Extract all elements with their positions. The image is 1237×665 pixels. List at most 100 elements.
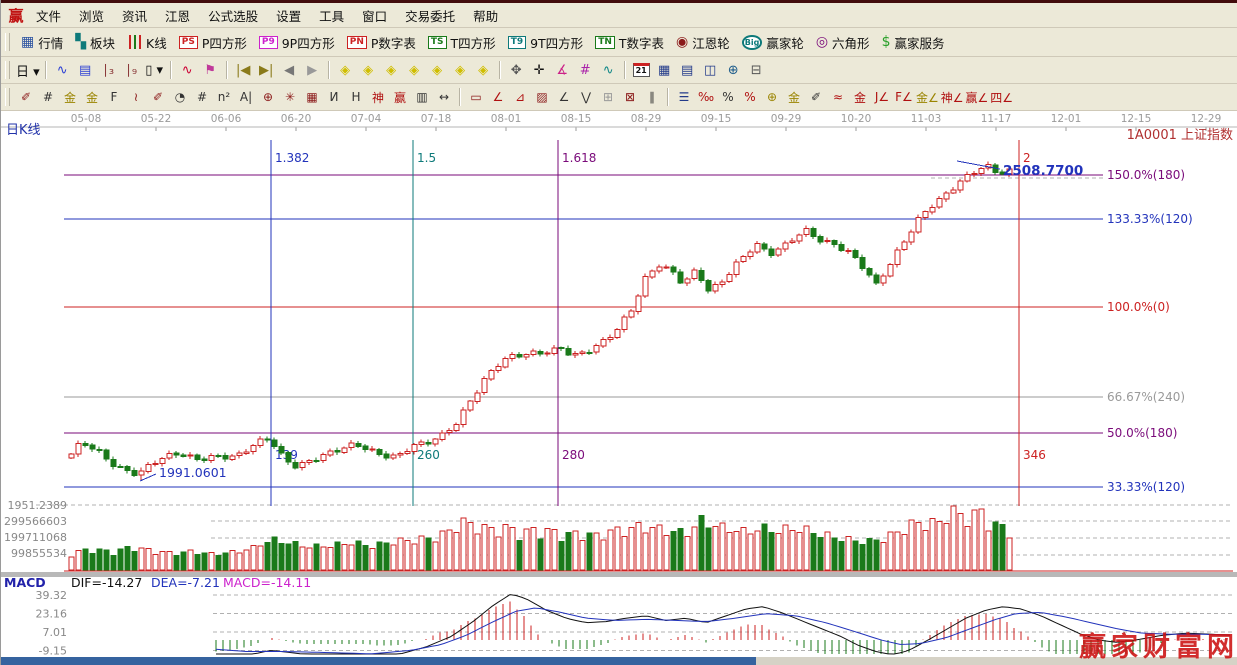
- fan-lines-tool-icon[interactable]: ∠: [488, 87, 508, 107]
- note-icon[interactable]: ▤: [75, 60, 96, 81]
- measure-tool-icon[interactable]: ↔: [434, 87, 454, 107]
- t-square-button[interactable]: TS T四方形: [422, 30, 502, 54]
- ninep-square-button[interactable]: P9 9P四方形: [253, 30, 341, 54]
- menu-item-7[interactable]: 工具: [310, 6, 353, 25]
- menu-item-9[interactable]: 交易委托: [396, 6, 464, 25]
- box-tool-icon[interactable]: ▭: [466, 87, 486, 107]
- menu-item-4[interactable]: 江恩: [156, 6, 199, 25]
- quotes-button[interactable]: ▦ 行情: [15, 30, 69, 54]
- shen-tool-icon[interactable]: 神: [368, 87, 388, 107]
- menu-item-5[interactable]: 公式选股: [199, 6, 267, 25]
- menu-item-1[interactable]: 文件: [27, 6, 70, 25]
- gold-line-tool-icon[interactable]: 金: [784, 87, 804, 107]
- gold-angle-tool-icon[interactable]: 金∠: [916, 87, 939, 107]
- brush2-tool-icon[interactable]: ✐: [148, 87, 168, 107]
- nav-next-icon[interactable]: ▶: [302, 60, 323, 81]
- menu-item-2[interactable]: 浏览: [70, 6, 113, 25]
- levels-tool-icon[interactable]: ☰: [674, 87, 694, 107]
- wave-gold-tool-icon[interactable]: ≈: [828, 87, 848, 107]
- gann-diamond-shrink-icon[interactable]: ◈: [450, 60, 471, 81]
- period-selector[interactable]: 日 ▾: [16, 60, 40, 81]
- t-number-table-button[interactable]: TN T数字表: [589, 30, 670, 54]
- p-square-button[interactable]: PS P四方形: [173, 30, 253, 54]
- gold-grid-tool-icon[interactable]: 金: [60, 87, 80, 107]
- ying-tool-icon[interactable]: 赢: [390, 87, 410, 107]
- square-number-tool-icon[interactable]: n²: [214, 87, 234, 107]
- parallel-tool-icon[interactable]: ∥: [642, 87, 662, 107]
- document-icon[interactable]: ▤: [677, 60, 698, 81]
- calculator-icon[interactable]: ▦: [654, 60, 675, 81]
- nav-prev-icon[interactable]: ◀: [279, 60, 300, 81]
- grid-box-tool-icon[interactable]: ⊞: [598, 87, 618, 107]
- gann-wheel-button[interactable]: ◉ 江恩轮: [670, 30, 736, 54]
- grid-tool-icon[interactable]: #: [192, 87, 212, 107]
- gann-diamond-up-icon[interactable]: ◈: [381, 60, 402, 81]
- volume-bar: [313, 543, 320, 571]
- save-icon[interactable]: ◫: [700, 60, 721, 81]
- bars-9-icon[interactable]: ∣₉: [121, 60, 142, 81]
- h-scrollbar-thumb[interactable]: [1, 657, 756, 665]
- pen-tool-icon[interactable]: ✐: [806, 87, 826, 107]
- box-fan-tool-icon[interactable]: ⊿: [510, 87, 530, 107]
- clock-tool-icon[interactable]: ◔: [170, 87, 190, 107]
- menu-item-3[interactable]: 资讯: [113, 6, 156, 25]
- h-mark-tool-icon[interactable]: H: [346, 87, 366, 107]
- kline-button[interactable]: K线: [121, 30, 173, 54]
- gann-diamond-down-icon[interactable]: ◈: [404, 60, 425, 81]
- f-angle-tool-icon[interactable]: F∠: [894, 87, 914, 107]
- ninet-square-button[interactable]: T9 9T四方形: [502, 30, 590, 54]
- menu-item-10[interactable]: 帮助: [464, 6, 507, 25]
- shen-angle-tool-icon[interactable]: 神∠: [941, 87, 964, 107]
- red-zigzag-icon[interactable]: ∿: [177, 60, 198, 81]
- ying-angle-tool-icon[interactable]: 赢∠: [966, 87, 989, 107]
- crosshair-icon[interactable]: ✛: [529, 60, 550, 81]
- spiral-tool-icon[interactable]: ≀: [126, 87, 146, 107]
- network-icon[interactable]: ⊕: [723, 60, 744, 81]
- teal-wave-icon[interactable]: ∿: [598, 60, 619, 81]
- j-angle-tool-icon[interactable]: J∠: [872, 87, 892, 107]
- gann-diamond-expand-icon[interactable]: ◈: [427, 60, 448, 81]
- zigzag-icon[interactable]: ∿: [52, 60, 73, 81]
- gann-diamond-all-icon[interactable]: ◈: [473, 60, 494, 81]
- menu-item-6[interactable]: 设置: [267, 6, 310, 25]
- percent-lines-tool-icon[interactable]: %: [740, 87, 760, 107]
- gold-circle-tool-icon[interactable]: ⊕: [762, 87, 782, 107]
- calendar-icon[interactable]: 21: [631, 60, 652, 81]
- hand-pan-icon[interactable]: ✥: [506, 60, 527, 81]
- wave-v-tool-icon[interactable]: ⋁: [576, 87, 596, 107]
- p-number-table-button[interactable]: PN P数字表: [341, 30, 422, 54]
- compass-tool-icon[interactable]: ⊕: [258, 87, 278, 107]
- four-angle-tool-icon[interactable]: 四∠: [990, 87, 1013, 107]
- box-fan2-tool-icon[interactable]: ▨: [532, 87, 552, 107]
- nav-first-icon[interactable]: |◀: [233, 60, 254, 81]
- star-web-tool-icon[interactable]: ✳: [280, 87, 300, 107]
- gann-diamond-left-icon[interactable]: ◈: [335, 60, 356, 81]
- gold-mark-tool-icon[interactable]: 金: [850, 87, 870, 107]
- fibonacci-tool-icon[interactable]: F: [104, 87, 124, 107]
- menu-item-8[interactable]: 窗口: [353, 6, 396, 25]
- percent-tool-icon[interactable]: %: [718, 87, 738, 107]
- gann-diamond-right-icon[interactable]: ◈: [358, 60, 379, 81]
- angle-fan-tool-icon[interactable]: ∠: [554, 87, 574, 107]
- nav-last-icon[interactable]: ▶|: [256, 60, 277, 81]
- ruler-tool-icon[interactable]: ▥: [412, 87, 432, 107]
- bars-3-icon[interactable]: ∣₃: [98, 60, 119, 81]
- permille-tool-icon[interactable]: ‰: [696, 87, 716, 107]
- grid-box2-tool-icon[interactable]: ⊠: [620, 87, 640, 107]
- gold-grid2-tool-icon[interactable]: 金: [82, 87, 102, 107]
- sectors-button[interactable]: ▚ 板块: [69, 30, 121, 54]
- hexagon-button[interactable]: ◎ 六角形: [810, 30, 876, 54]
- delivery-icon[interactable]: ⊟: [746, 60, 767, 81]
- angle-tool-icon[interactable]: ∡: [552, 60, 573, 81]
- text-tool-icon[interactable]: A|: [236, 87, 256, 107]
- candle-style-selector[interactable]: ▯ ▾: [144, 60, 165, 81]
- winner-wheel-button[interactable]: Big 赢家轮: [736, 30, 810, 54]
- boxed-web-tool-icon[interactable]: ▦: [302, 87, 322, 107]
- winner-service-button[interactable]: $ 赢家服务: [876, 30, 951, 54]
- hatch-tool-icon[interactable]: #: [38, 87, 58, 107]
- lattice-tool-icon[interactable]: #: [575, 60, 596, 81]
- wave-mark-tool-icon[interactable]: И: [324, 87, 344, 107]
- chart-canvas[interactable]: 05-08 05-22 06-06 06-20 07-04 07-18 08-01 08-15…: [1, 111, 1237, 665]
- flag-icon[interactable]: ⚑: [200, 60, 221, 81]
- brush-tool-icon[interactable]: ✐: [16, 87, 36, 107]
